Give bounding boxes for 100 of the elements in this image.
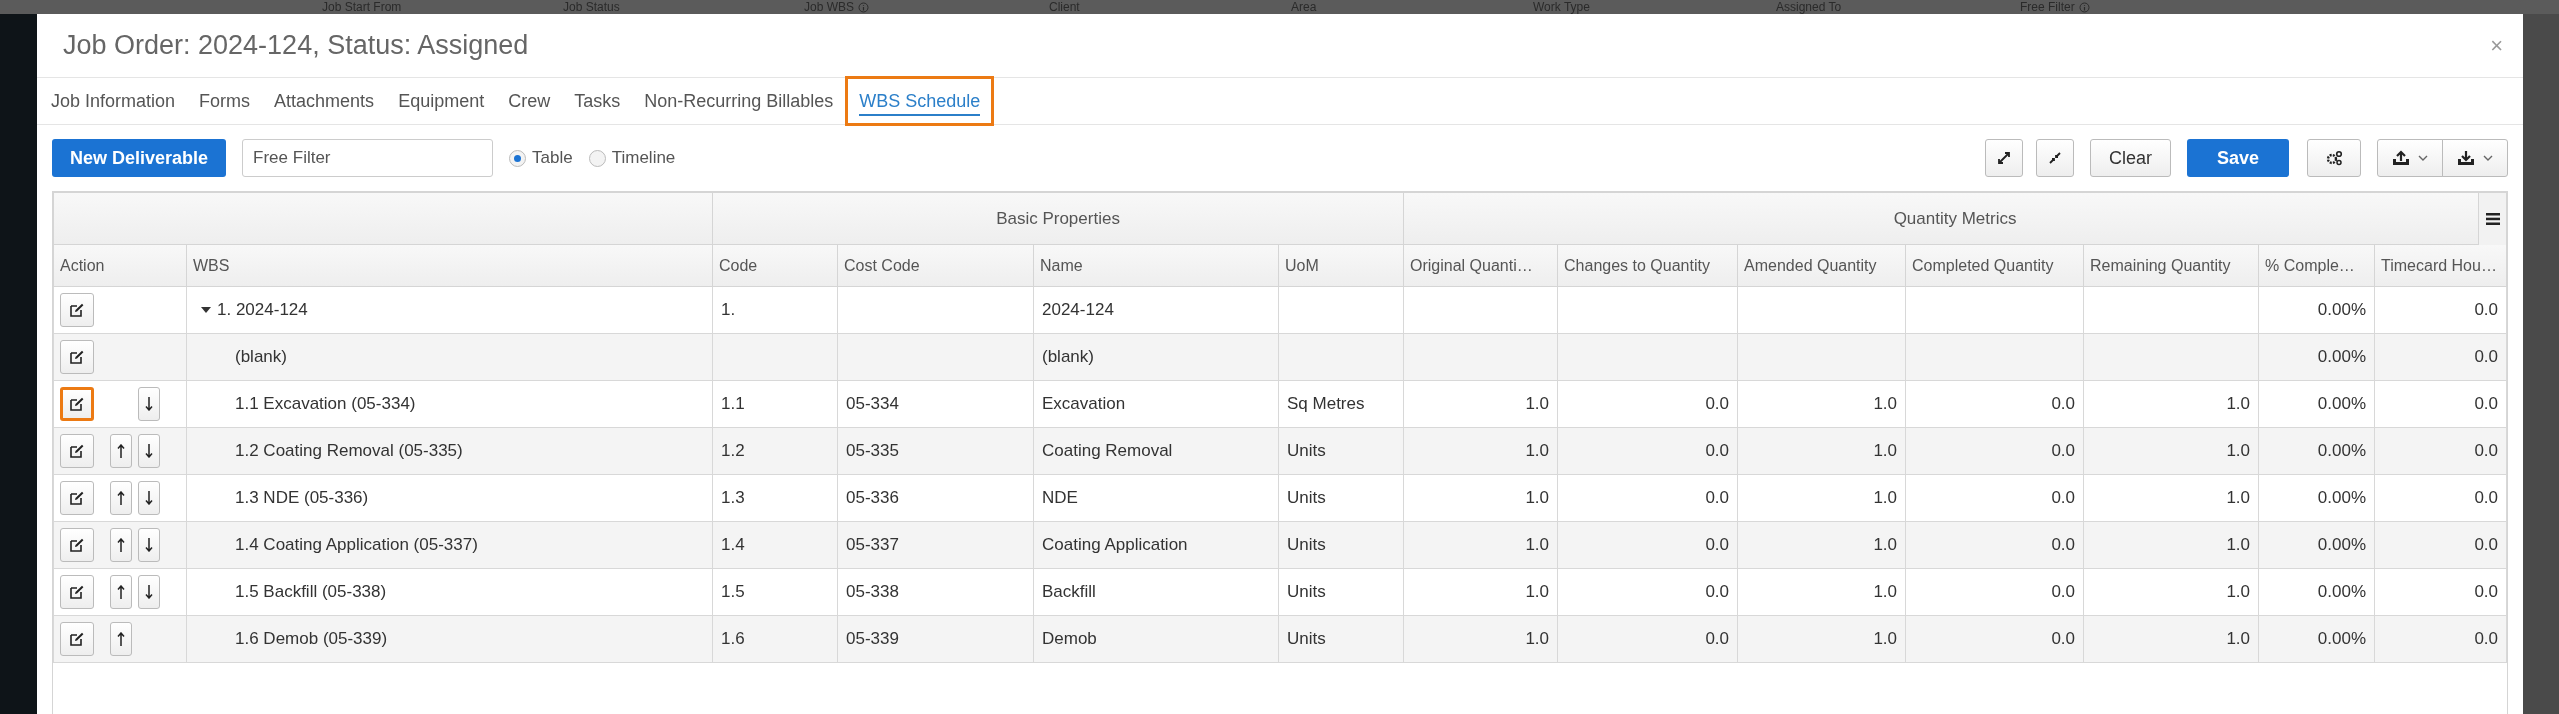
- wbs-label: 1.5 Backfill (05-338): [235, 581, 387, 604]
- column-header: UoM: [1285, 256, 1319, 274]
- edit-button[interactable]: [60, 293, 94, 327]
- table-cell: 0.0: [2051, 441, 2076, 461]
- table-cell: 0.0: [1705, 441, 1730, 461]
- table-cell: 1.0: [2226, 535, 2251, 555]
- edit-button[interactable]: [60, 575, 94, 609]
- edit-button[interactable]: [60, 622, 94, 656]
- column-group-header: Basic Properties: [996, 208, 1120, 228]
- table-cell: 1.0: [2226, 582, 2251, 602]
- tab[interactable]: Equipment: [386, 78, 497, 124]
- edit-button[interactable]: [60, 340, 94, 374]
- table-cell: 1.2: [721, 441, 745, 461]
- settings-icon: [2325, 150, 2343, 166]
- table-cell: 0.0: [2474, 347, 2499, 367]
- expand-button[interactable]: [1985, 139, 2023, 177]
- table-cell: 0.00%: [2317, 535, 2367, 555]
- wbs-label: (blank): [235, 346, 287, 369]
- table-cell: 1.0: [1873, 629, 1898, 649]
- view-radio[interactable]: Table: [509, 145, 573, 171]
- edit-button[interactable]: [60, 528, 94, 562]
- tab[interactable]: Job Information: [39, 78, 188, 124]
- table-cell: 0.00%: [2317, 582, 2367, 602]
- move-down-button[interactable]: [138, 575, 160, 609]
- table-cell: Coating Removal: [1042, 441, 1173, 461]
- column-header: Action: [60, 256, 105, 274]
- table-cell: 1.0: [2226, 394, 2251, 414]
- wbs-label: 1.4 Coating Application (05-337): [235, 534, 478, 557]
- edit-icon: [70, 632, 84, 646]
- arrow-down-icon: [145, 444, 153, 458]
- wbs-label: 1. 2024-124: [217, 299, 308, 322]
- table-cell: Demob: [1042, 629, 1097, 649]
- table-cell: Units: [1287, 629, 1326, 649]
- table-cell: Sq Metres: [1287, 394, 1365, 414]
- edit-button[interactable]: [60, 387, 94, 421]
- table-cell: 0.00%: [2317, 347, 2367, 367]
- move-down-button[interactable]: [138, 434, 160, 468]
- tab[interactable]: Attachments: [262, 78, 387, 124]
- table-cell: 0.0: [1705, 488, 1730, 508]
- download-menu-button[interactable]: [2442, 139, 2508, 177]
- table-cell: 0.0: [1705, 394, 1730, 414]
- arrow-down-icon: [145, 397, 153, 411]
- table-cell: 0.0: [2474, 535, 2499, 555]
- table-cell: 1.0: [1873, 394, 1898, 414]
- tab[interactable]: Tasks: [562, 78, 633, 124]
- table-cell: 0.0: [2051, 535, 2076, 555]
- column-header: Cost Code: [844, 256, 920, 274]
- arrow-up-icon: [117, 585, 125, 599]
- upload-menu-button[interactable]: [2377, 139, 2443, 177]
- move-down-button[interactable]: [138, 387, 160, 421]
- column-header: Remaining Quantity: [2090, 256, 2231, 274]
- arrow-up-icon: [117, 491, 125, 505]
- table-cell: 1.6: [721, 629, 745, 649]
- table-cell: 0.0: [2051, 582, 2076, 602]
- edit-icon: [70, 397, 84, 411]
- wbs-label: 1.2 Coating Removal (05-335): [235, 440, 463, 463]
- table-cell: 0.0: [1705, 629, 1730, 649]
- move-up-button[interactable]: [110, 434, 132, 468]
- table-cell: 0.00%: [2317, 394, 2367, 414]
- tab[interactable]: Non-Recurring Billables: [632, 78, 846, 124]
- table-cell: 0.0: [2051, 394, 2076, 414]
- move-down-button[interactable]: [138, 528, 160, 562]
- tab[interactable]: Forms: [187, 78, 263, 124]
- dialog-title: Job Order: 2024-124, Status: Assigned: [63, 29, 529, 63]
- table-cell: 1.0: [2226, 488, 2251, 508]
- column-header: Name: [1040, 256, 1083, 274]
- view-radio[interactable]: Timeline: [588, 145, 676, 171]
- move-up-button[interactable]: [110, 575, 132, 609]
- move-up-button[interactable]: [110, 528, 132, 562]
- move-up-button[interactable]: [110, 481, 132, 515]
- edit-button[interactable]: [60, 481, 94, 515]
- arrow-up-icon: [117, 632, 125, 646]
- tab[interactable]: Crew: [496, 78, 563, 124]
- table-cell: 1.0: [1873, 582, 1898, 602]
- filter-field[interactable]: Free Filter: [242, 139, 494, 177]
- table-cell: 2024-124: [1042, 300, 1114, 320]
- column-header: Original Quanti…: [1410, 256, 1533, 274]
- column-header: Changes to Quantity: [1564, 256, 1710, 274]
- move-down-button[interactable]: [138, 481, 160, 515]
- edit-icon: [70, 350, 84, 364]
- table-cell: Units: [1287, 535, 1326, 555]
- table-cell: 05-338: [846, 582, 899, 602]
- caret-down-icon[interactable]: [201, 305, 211, 315]
- chevron-down-icon: [2418, 155, 2428, 161]
- column-menu-button[interactable]: [2478, 193, 2507, 245]
- settings-button[interactable]: [2307, 139, 2361, 177]
- move-up-button[interactable]: [110, 622, 132, 656]
- edit-icon: [70, 491, 84, 505]
- expand-icon: [1997, 151, 2011, 165]
- table-cell: 1.0: [1873, 535, 1898, 555]
- edit-icon: [70, 303, 84, 317]
- new-deliverable-button[interactable]: New Deliverable: [52, 139, 227, 177]
- collapse-button[interactable]: [2036, 139, 2074, 177]
- save-button[interactable]: Save: [2187, 139, 2289, 177]
- clear-button[interactable]: Clear: [2090, 139, 2171, 177]
- table-cell: 05-337: [846, 535, 899, 555]
- edit-button[interactable]: [60, 434, 94, 468]
- tab[interactable]: WBS Schedule: [847, 78, 993, 124]
- arrow-down-icon: [145, 585, 153, 599]
- column-header: Completed Quantity: [1912, 256, 2054, 274]
